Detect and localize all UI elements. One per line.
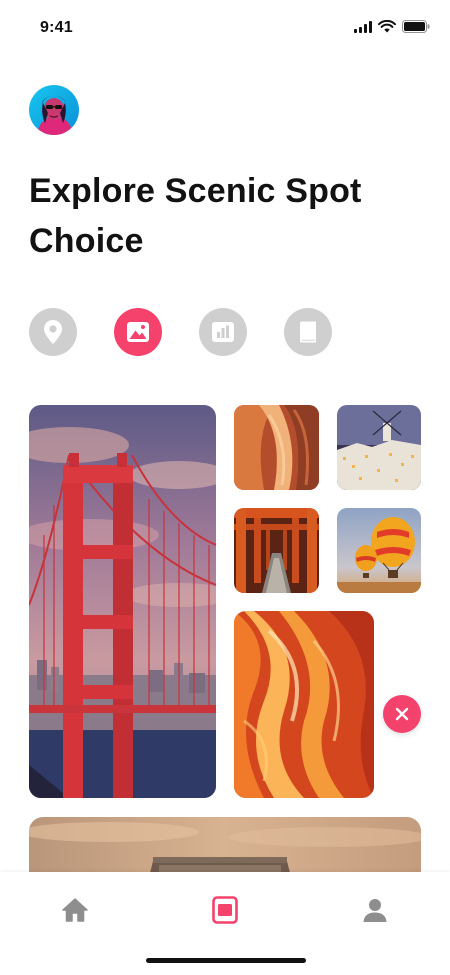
category-landscape-button[interactable] bbox=[114, 308, 162, 356]
landscape-icon bbox=[127, 322, 149, 342]
nav-profile[interactable] bbox=[355, 890, 395, 930]
home-indicator bbox=[146, 958, 306, 963]
gallery-tile-arc-de-triomphe[interactable] bbox=[29, 817, 421, 877]
gallery-icon bbox=[212, 896, 238, 924]
torii-gates-image bbox=[234, 508, 319, 593]
remove-button[interactable] bbox=[383, 695, 421, 733]
close-icon bbox=[395, 707, 409, 721]
status-time: 9:41 bbox=[40, 19, 73, 36]
arc-de-triomphe-image bbox=[29, 817, 421, 877]
category-location-button[interactable] bbox=[29, 308, 77, 356]
cellular-signal-icon bbox=[354, 20, 372, 33]
page-title: Explore Scenic Spot Choice bbox=[29, 172, 362, 260]
category-stats-button[interactable] bbox=[199, 308, 247, 356]
gallery-tile-hot-air-balloons[interactable] bbox=[337, 508, 421, 593]
bar-chart-icon bbox=[212, 322, 234, 342]
status-bar: 9:41 bbox=[0, 0, 450, 56]
antelope-canyon-image bbox=[234, 611, 374, 798]
status-icons bbox=[354, 20, 430, 33]
wifi-icon bbox=[378, 20, 396, 33]
nav-home[interactable] bbox=[55, 890, 95, 930]
gallery-tile-torii-gates[interactable] bbox=[234, 508, 319, 593]
book-icon bbox=[300, 321, 316, 343]
battery-icon bbox=[402, 20, 430, 33]
santorini-village-image bbox=[337, 405, 421, 490]
hot-air-balloons-image bbox=[337, 508, 421, 593]
bottom-nav bbox=[0, 872, 450, 975]
avatar[interactable] bbox=[29, 85, 79, 135]
avatar-image bbox=[29, 85, 79, 135]
golden-gate-bridge-image bbox=[29, 405, 216, 798]
canyon-sandstone-image bbox=[234, 405, 319, 490]
gallery-tile-canyon-sandstone[interactable] bbox=[234, 405, 319, 490]
gallery-tile-antelope-canyon[interactable] bbox=[234, 611, 374, 798]
nav-gallery[interactable] bbox=[205, 890, 245, 930]
gallery-tile-santorini-village[interactable] bbox=[337, 405, 421, 490]
home-icon bbox=[62, 898, 88, 922]
map-pin-icon bbox=[44, 320, 62, 344]
category-book-button[interactable] bbox=[284, 308, 332, 356]
gallery-tile-golden-gate-bridge[interactable] bbox=[29, 405, 216, 798]
user-icon bbox=[363, 899, 387, 922]
